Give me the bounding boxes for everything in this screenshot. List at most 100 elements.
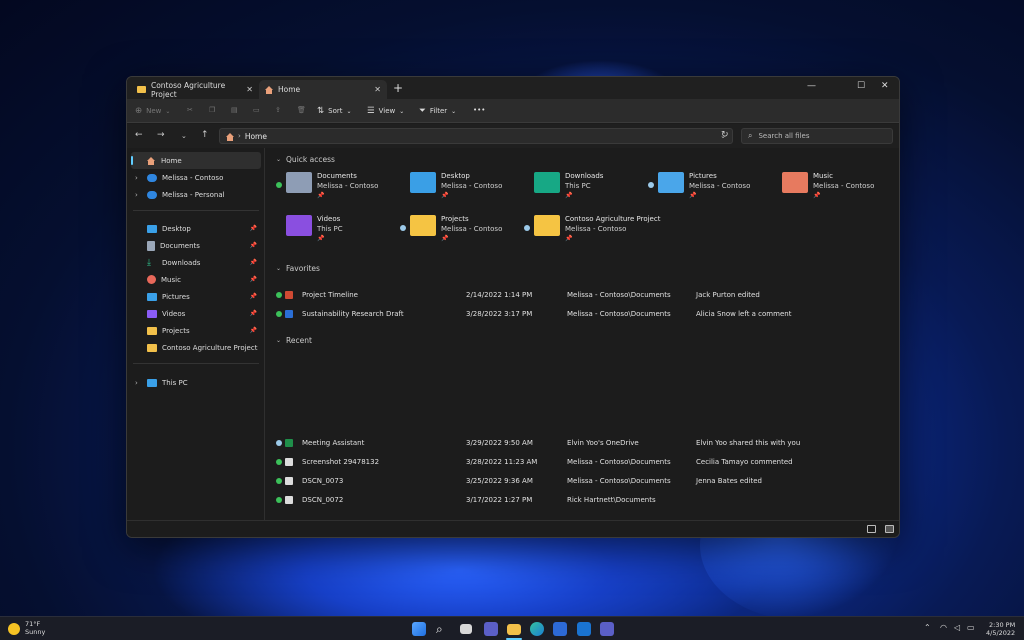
start-icon[interactable] bbox=[412, 622, 426, 636]
sidebar-item-home[interactable]: Home bbox=[131, 152, 261, 169]
search-icon[interactable]: ⌕ bbox=[436, 622, 450, 636]
rename-icon[interactable]: ▭ bbox=[253, 106, 260, 114]
file-icon bbox=[285, 496, 293, 505]
sidebar-item-pictures[interactable]: Pictures 📌 bbox=[131, 288, 261, 305]
refresh-button[interactable]: ↻ bbox=[721, 130, 729, 140]
file-row[interactable]: Project Timeline 2/14/2022 1:14 PM Melissa… bbox=[276, 286, 890, 303]
breadcrumb-separator: › bbox=[238, 132, 241, 140]
sidebar-item-label: Melissa - Contoso bbox=[162, 173, 224, 182]
close-window-button[interactable]: ✕ bbox=[881, 81, 889, 91]
quick-access-item[interactable]: Videos This PC 📌 bbox=[276, 213, 396, 243]
up-button[interactable]: ↑ bbox=[201, 130, 209, 140]
file-row[interactable]: DSCN_0072 3/17/2022 1:27 PM Rick Hartnett\… bbox=[276, 492, 890, 509]
wifi-icon[interactable]: ◠ bbox=[940, 623, 947, 632]
sort-button[interactable]: ⇅ Sort ⌄ bbox=[317, 106, 352, 116]
outlook-icon[interactable] bbox=[577, 622, 591, 636]
quick-access-name: Pictures bbox=[689, 172, 717, 180]
computer-icon bbox=[147, 378, 157, 387]
sync-status-icon bbox=[276, 439, 282, 446]
pin-icon: 📌 bbox=[441, 192, 449, 199]
filter-button[interactable]: ⏷ Filter ⌄ bbox=[419, 106, 456, 116]
section-favorites[interactable]: ⌄ Favorites bbox=[276, 264, 320, 273]
cut-icon[interactable]: ✂ bbox=[187, 106, 193, 114]
store-icon[interactable] bbox=[553, 622, 567, 636]
details-view-icon[interactable] bbox=[867, 525, 876, 533]
quick-access-item[interactable]: Music Melissa - Contoso 📌 bbox=[772, 170, 892, 200]
share-icon[interactable]: ⇪ bbox=[275, 106, 281, 114]
clock[interactable]: 2:30 PM 4/5/2022 bbox=[986, 621, 1015, 637]
sync-status-icon bbox=[400, 225, 406, 231]
section-quick-access[interactable]: ⌄ Quick access bbox=[276, 155, 335, 164]
delete-icon[interactable]: 🗑 bbox=[297, 106, 306, 114]
file-icon bbox=[285, 477, 293, 486]
quick-access-item[interactable]: Contoso Agriculture Project Melissa - Con… bbox=[524, 213, 660, 243]
sidebar-item-documents[interactable]: Documents 📌 bbox=[131, 237, 261, 254]
maximize-button[interactable]: ☐ bbox=[857, 81, 865, 91]
folder-icon bbox=[286, 215, 312, 236]
section-recent[interactable]: ⌄ Recent bbox=[276, 336, 312, 345]
chevron-right-icon[interactable]: › bbox=[135, 191, 138, 199]
tiles-view-icon[interactable] bbox=[885, 525, 894, 533]
file-icon bbox=[285, 438, 293, 447]
tab-home[interactable]: Home ✕ bbox=[259, 80, 387, 99]
file-explorer-icon[interactable] bbox=[507, 624, 521, 635]
sidebar-item-this-pc[interactable]: › This PC bbox=[131, 374, 261, 391]
paste-icon[interactable]: ▤ bbox=[231, 106, 238, 114]
file-row[interactable]: Screenshot 29478132 3/28/2022 11:23 AM Mel… bbox=[276, 453, 890, 470]
close-tab-icon[interactable]: ✕ bbox=[246, 85, 253, 94]
quick-access-item[interactable]: Downloads This PC 📌 bbox=[524, 170, 644, 200]
address-bar[interactable]: › Home ⌄ bbox=[219, 128, 733, 144]
chevron-up-icon[interactable]: ⌃ bbox=[924, 623, 931, 632]
recent-locations-button[interactable]: ⌄ bbox=[181, 132, 187, 140]
volume-icon[interactable]: ◁ bbox=[954, 623, 960, 632]
chat-icon[interactable] bbox=[484, 622, 498, 636]
search-icon: ⌕ bbox=[748, 131, 753, 140]
sidebar-item-music[interactable]: Music 📌 bbox=[131, 271, 261, 288]
tab-contoso-agriculture-project[interactable]: Contoso Agriculture Project ✕ bbox=[131, 80, 259, 99]
sort-label: Sort bbox=[328, 107, 343, 115]
sidebar-item-label: Videos bbox=[162, 309, 186, 318]
sidebar-item-melissa-contoso[interactable]: › Melissa - Contoso bbox=[131, 169, 261, 186]
minimize-button[interactable]: — bbox=[807, 81, 816, 91]
quick-access-location: Melissa - Contoso bbox=[813, 181, 875, 190]
sidebar-item-label: This PC bbox=[162, 378, 188, 387]
pin-icon: 📌 bbox=[249, 293, 257, 300]
section-title: Favorites bbox=[286, 264, 320, 273]
folder-icon bbox=[147, 343, 157, 352]
sync-status-icon bbox=[276, 478, 282, 485]
quick-access-item[interactable]: Pictures Melissa - Contoso 📌 bbox=[648, 170, 768, 200]
copy-icon[interactable]: ❐ bbox=[209, 106, 215, 114]
file-row[interactable]: DSCN_0073 3/25/2022 9:36 AM Melissa - Cont… bbox=[276, 473, 890, 490]
quick-access-item[interactable]: Projects Melissa - Contoso 📌 bbox=[400, 213, 520, 243]
sidebar-item-desktop[interactable]: Desktop 📌 bbox=[131, 220, 261, 237]
teams-icon[interactable] bbox=[600, 622, 614, 636]
sidebar-item-label: Melissa - Personal bbox=[162, 190, 225, 199]
battery-icon[interactable]: ▭ bbox=[967, 623, 975, 632]
quick-access-text: Desktop Melissa - Contoso 📌 bbox=[441, 172, 502, 201]
sidebar-item-melissa-personal[interactable]: › Melissa - Personal bbox=[131, 186, 261, 203]
weather-widget[interactable]: 71°F Sunny bbox=[8, 620, 45, 636]
breadcrumb-home[interactable]: Home bbox=[245, 132, 267, 141]
view-button[interactable]: ☰ View ⌄ bbox=[367, 106, 404, 116]
new-button[interactable]: ⊕ New ⌄ bbox=[135, 106, 170, 116]
quick-access-location: Melissa - Contoso bbox=[441, 181, 503, 190]
quick-access-item[interactable]: Documents Melissa - Contoso 📌 bbox=[276, 170, 396, 200]
quick-access-name: Documents bbox=[317, 172, 357, 180]
more-options-button[interactable]: ••• bbox=[473, 106, 485, 114]
sidebar-item-contoso-agriculture-project[interactable]: Contoso Agriculture Project bbox=[131, 339, 261, 356]
sidebar-item-downloads[interactable]: ⤓ Downloads 📌 bbox=[131, 254, 261, 271]
chevron-right-icon[interactable]: › bbox=[135, 174, 138, 182]
sidebar-item-videos[interactable]: Videos 📌 bbox=[131, 305, 261, 322]
file-row[interactable]: Sustainability Research Draft 3/28/2022 3… bbox=[276, 305, 890, 322]
quick-access-item[interactable]: Desktop Melissa - Contoso 📌 bbox=[400, 170, 520, 200]
task-view-icon[interactable] bbox=[460, 624, 472, 634]
back-button[interactable]: ← bbox=[135, 130, 143, 140]
chevron-right-icon[interactable]: › bbox=[135, 379, 138, 387]
new-tab-button[interactable]: + bbox=[393, 81, 403, 95]
edge-icon[interactable] bbox=[530, 622, 544, 636]
file-row[interactable]: Meeting Assistant 3/29/2022 9:50 AM Elvin … bbox=[276, 434, 890, 451]
close-tab-icon[interactable]: ✕ bbox=[374, 85, 381, 94]
sidebar-item-projects[interactable]: Projects 📌 bbox=[131, 322, 261, 339]
search-box[interactable]: ⌕ Search all files bbox=[741, 128, 893, 144]
forward-button[interactable]: → bbox=[157, 130, 165, 140]
